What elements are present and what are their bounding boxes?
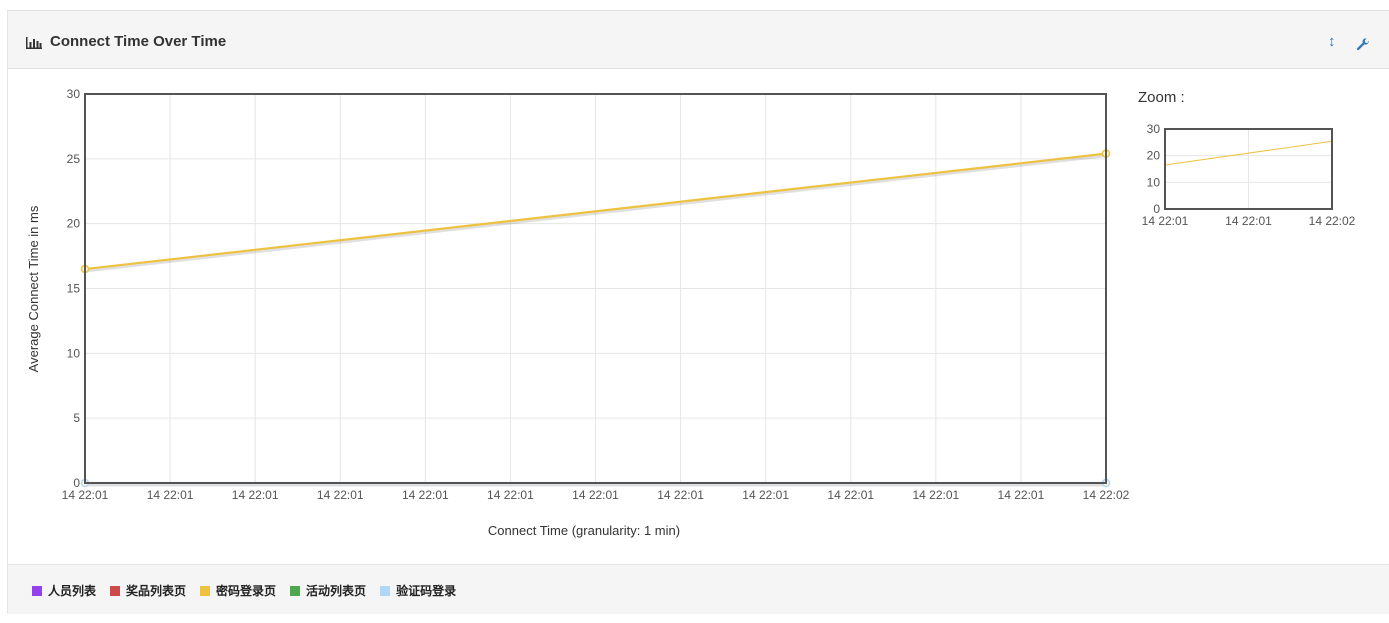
- main-x-tick-label: 14 22:01: [317, 488, 364, 502]
- zoom-x-tick-label: 14 22:01: [1142, 214, 1189, 228]
- legend-label: 密码登录页: [216, 584, 277, 598]
- zoom-y-tick-label: 30: [1147, 122, 1161, 136]
- legend: 人员列表 奖品列表页 密码登录页 活动列表页 验证码登录: [32, 582, 470, 599]
- main-y-tick-label: 15: [67, 282, 81, 296]
- main-x-tick-label: 14 22:01: [998, 488, 1045, 502]
- main-y-tick-label: 5: [73, 411, 80, 425]
- legend-swatch: [32, 585, 42, 596]
- legend-bar: 人员列表 奖品列表页 密码登录页 活动列表页 验证码登录: [8, 564, 1389, 614]
- zoom-title: Zoom :: [1138, 89, 1185, 106]
- legend-label: 验证码登录: [396, 584, 457, 598]
- zoom-y-tick-label: 10: [1147, 175, 1161, 189]
- legend-item[interactable]: 奖品列表页: [110, 582, 186, 599]
- legend-label: 奖品列表页: [126, 584, 187, 598]
- main-y-tick-label: 30: [67, 87, 81, 101]
- zoom-x-tick-label: 14 22:01: [1225, 214, 1272, 228]
- main-x-tick-label: 14 22:01: [912, 488, 959, 502]
- zoom-x-tick-label: 14 22:02: [1309, 214, 1356, 228]
- main-x-tick-label: 14 22:01: [402, 488, 449, 502]
- legend-label: 活动列表页: [306, 584, 367, 598]
- main-x-tick-label: 14 22:01: [232, 488, 279, 502]
- x-axis-label: Connect Time (granularity: 1 min): [488, 523, 680, 538]
- main-chart[interactable]: 05101520253014 22:01 14 22:01 14 22:01 14 2…: [1, 1, 1389, 561]
- main-x-tick-label: 14 22:02: [1083, 488, 1130, 502]
- main-x-tick-label: 14 22:01: [827, 488, 874, 502]
- main-x-tick-label: 14 22:01: [487, 488, 534, 502]
- main-x-tick-label: 14 22:01: [147, 488, 194, 502]
- legend-item[interactable]: 验证码登录: [380, 582, 456, 599]
- legend-item[interactable]: 人员列表: [32, 582, 96, 599]
- main-x-tick-label: 14 22:01: [572, 488, 619, 502]
- zoom-y-tick-label: 20: [1147, 149, 1161, 163]
- main-x-tick-label: 14 22:01: [657, 488, 704, 502]
- legend-swatch: [110, 585, 121, 596]
- y-axis-label: Average Connect Time in ms: [26, 205, 41, 372]
- legend-swatch: [380, 585, 391, 596]
- chart-panel: Connect Time Over Time ↕ 0 5 10 15 20 25 30 14 …: [7, 10, 1389, 614]
- main-y-tick-label: 25: [67, 152, 81, 166]
- legend-swatch: [200, 585, 211, 596]
- legend-item[interactable]: 活动列表页: [290, 582, 366, 599]
- main-x-tick-label: 14 22:01: [62, 488, 109, 502]
- main-x-tick-label: 14 22:01: [742, 488, 789, 502]
- legend-label: 人员列表: [48, 584, 97, 598]
- main-y-tick-label: 10: [67, 346, 81, 360]
- main-y-tick-label: 20: [67, 217, 81, 231]
- legend-item[interactable]: 密码登录页: [200, 582, 276, 599]
- legend-swatch: [290, 585, 301, 596]
